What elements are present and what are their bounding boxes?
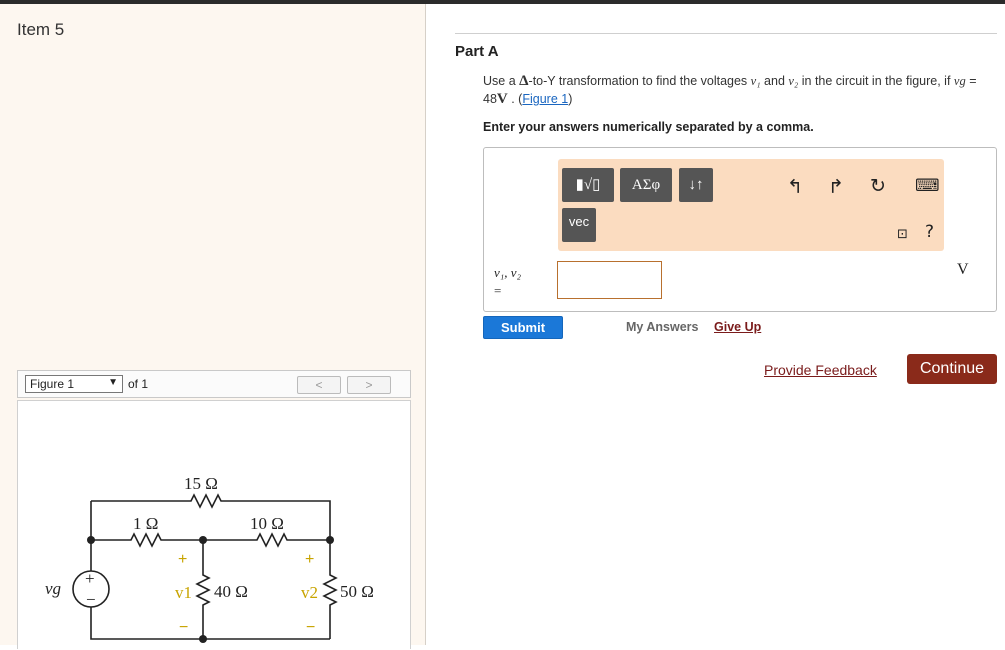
unit-volt: V bbox=[496, 91, 508, 107]
resistor-40-label: 40 Ω bbox=[214, 582, 248, 601]
question-seg: Use a bbox=[483, 74, 520, 88]
answer-input[interactable] bbox=[557, 261, 662, 299]
answer-label: v₁, v₂ = bbox=[494, 264, 521, 300]
templates-button[interactable]: ▮√▯ bbox=[562, 168, 614, 202]
v1-minus-sign: − bbox=[179, 619, 188, 636]
figure-toolbar: Figure 1 ▼ of 1 < > bbox=[17, 370, 411, 398]
right-pane: Part A Use a Δ-to-Y transformation to fi… bbox=[426, 4, 1005, 645]
source-minus-sign: − bbox=[86, 590, 96, 609]
figure-select-label: Figure 1 bbox=[30, 377, 75, 391]
vec-button[interactable]: vec bbox=[562, 208, 596, 242]
figure-link[interactable]: Figure 1 bbox=[522, 92, 568, 106]
resistor-50-label: 50 Ω bbox=[340, 582, 374, 601]
part-title: Part A bbox=[455, 43, 499, 60]
answer-label-equals: = bbox=[494, 283, 502, 298]
instruction-text: Enter your answers numerically separated… bbox=[483, 120, 814, 134]
resistor-1-label: 1 Ω bbox=[133, 514, 158, 533]
undo-icon[interactable]: ↰ bbox=[787, 176, 803, 198]
reset-icon[interactable]: ↻ bbox=[870, 175, 886, 197]
v2-label: v2 bbox=[301, 583, 318, 602]
chevron-down-icon: ▼ bbox=[108, 377, 118, 388]
resistor-15-label: 15 Ω bbox=[184, 474, 218, 493]
var-v1: v₁ bbox=[750, 74, 761, 88]
var-v2: v₂ bbox=[788, 74, 799, 88]
v1-label: v1 bbox=[175, 583, 192, 602]
figure-panel: 15 Ω 1 Ω 10 Ω 40 Ω 50 Ω vg + − + v1 − + … bbox=[17, 400, 411, 649]
v1-plus-sign: + bbox=[178, 551, 187, 568]
figure-count: of 1 bbox=[128, 377, 149, 391]
source-plus-sign: + bbox=[85, 569, 95, 588]
help-icon[interactable]: ? bbox=[925, 222, 934, 242]
math-toolbar: ▮√▯ ΑΣφ ↓↑ vec ↰ ↱ ↻ ⌨ ⊡ ? bbox=[558, 159, 944, 251]
resistor-10-label: 10 Ω bbox=[250, 514, 284, 533]
redo-icon[interactable]: ↱ bbox=[828, 176, 844, 198]
question-seg: in the circuit in the figure, if bbox=[798, 74, 954, 88]
question-seg: and bbox=[760, 74, 789, 88]
question-seg: . ( bbox=[507, 92, 523, 106]
question-seg: -to-Y transformation to find the voltage… bbox=[528, 74, 751, 88]
question-seg: ) bbox=[568, 92, 573, 106]
give-up-link[interactable]: Give Up bbox=[714, 320, 761, 334]
keyboard-icon[interactable]: ⌨ bbox=[915, 176, 940, 196]
v2-plus-sign: + bbox=[305, 551, 314, 568]
item-title: Item 5 bbox=[17, 20, 65, 39]
my-answers-link[interactable]: My Answers bbox=[626, 320, 698, 334]
v2-minus-sign: − bbox=[306, 619, 315, 636]
part-divider bbox=[455, 33, 997, 34]
question-text: Use a Δ-to-Y transformation to find the … bbox=[483, 72, 993, 108]
prev-figure-button[interactable]: < bbox=[297, 376, 341, 394]
hint-icon[interactable]: ⊡ bbox=[897, 227, 908, 242]
var-vg: vg bbox=[953, 74, 966, 88]
figure-select[interactable]: Figure 1 ▼ bbox=[25, 375, 123, 393]
answer-unit: V bbox=[957, 261, 969, 278]
left-pane: Item 5 Figure 1 ▼ of 1 < > 15 Ω 1 Ω 10 Ω… bbox=[0, 4, 426, 649]
continue-button[interactable]: Continue bbox=[907, 354, 997, 384]
answer-label-vars: v₁, v₂ bbox=[494, 265, 522, 280]
answer-box: ▮√▯ ΑΣφ ↓↑ vec ↰ ↱ ↻ ⌨ ⊡ ? v₁, v₂ = V bbox=[483, 147, 997, 312]
symbols-button[interactable]: ΑΣφ bbox=[620, 168, 672, 202]
delta-symbol: Δ bbox=[519, 73, 529, 89]
source-label: vg bbox=[45, 579, 61, 598]
arrows-button[interactable]: ↓↑ bbox=[679, 168, 713, 202]
provide-feedback-link[interactable]: Provide Feedback bbox=[764, 362, 877, 378]
next-figure-button[interactable]: > bbox=[347, 376, 391, 394]
submit-button[interactable]: Submit bbox=[483, 316, 563, 339]
circuit-diagram: 15 Ω 1 Ω 10 Ω 40 Ω 50 Ω vg + − + v1 − + … bbox=[45, 474, 374, 643]
